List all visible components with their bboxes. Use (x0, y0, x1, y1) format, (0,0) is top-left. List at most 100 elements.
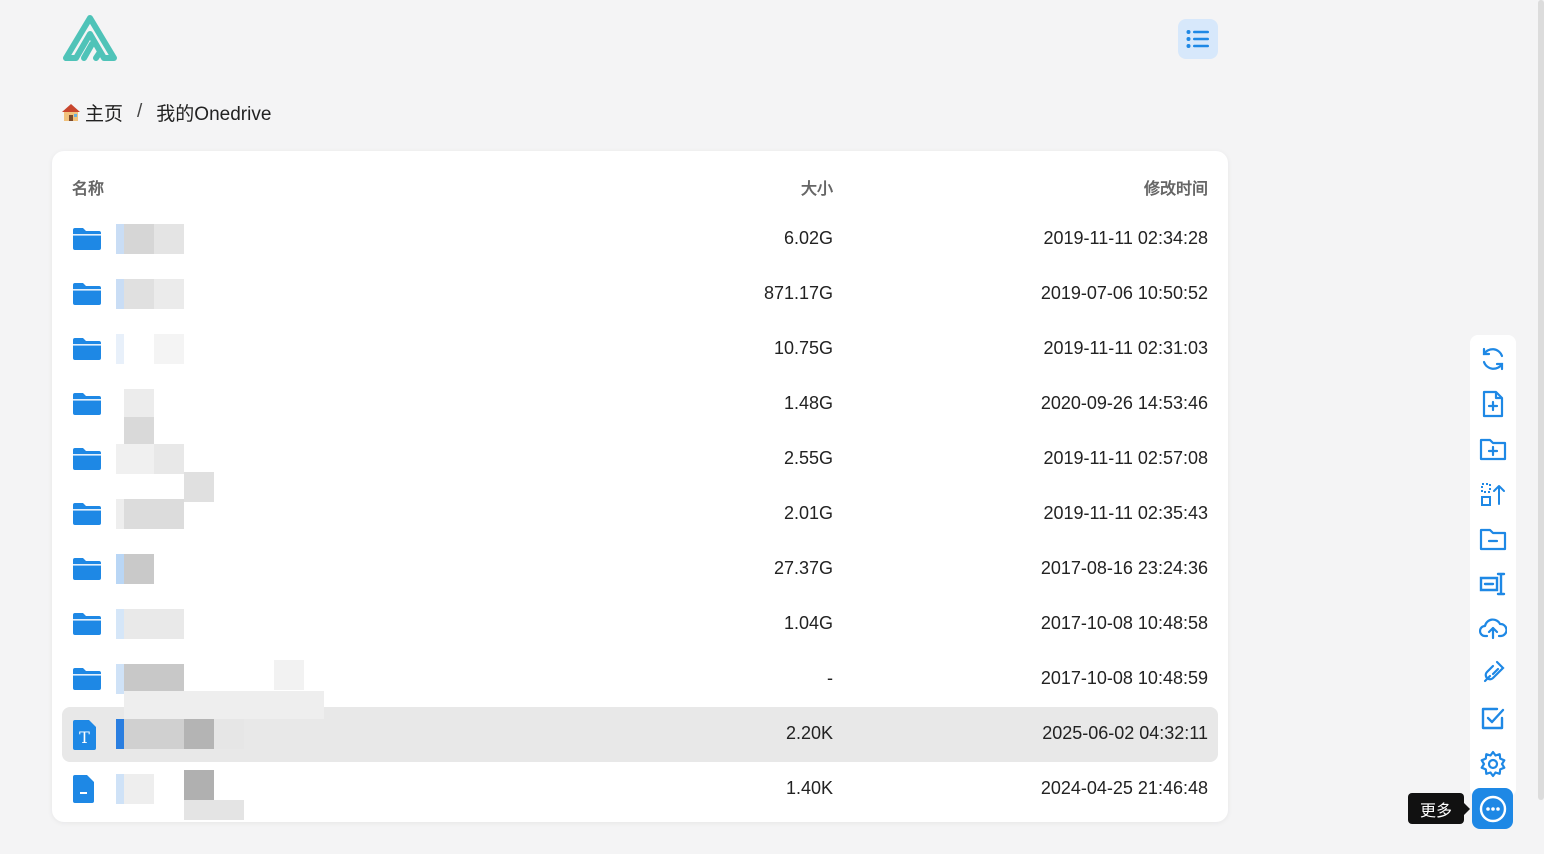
folder-row[interactable]: 2.55G 2019-11-11 02:57:08 (62, 432, 1218, 502)
name-mosaic-block (184, 800, 244, 820)
multi-select-button[interactable] (1478, 704, 1508, 734)
redacted-file-name[interactable] (116, 332, 326, 366)
file-modified-time: 2020-09-26 14:53:46 (1040, 393, 1208, 413)
name-mosaic-block (124, 499, 184, 529)
redacted-file-name[interactable] (116, 607, 326, 641)
breadcrumb-home-link[interactable]: 主页 (60, 99, 123, 126)
name-mosaic-block (124, 554, 154, 584)
batch-rename-icon (1481, 483, 1505, 506)
magnet-link-icon (1483, 660, 1505, 683)
redacted-file-name[interactable] (116, 442, 326, 502)
name-mosaic-block (214, 719, 244, 749)
upload-button[interactable] (1478, 614, 1508, 644)
folder-row[interactable]: 1.48G 2020-09-26 14:53:46 (62, 377, 1218, 447)
column-header-name[interactable]: 名称 (72, 175, 104, 199)
svg-text:T: T (79, 728, 90, 747)
name-mosaic-block (116, 774, 124, 804)
file-modified-time: 2017-08-16 23:24:36 (1040, 558, 1208, 578)
cloud-upload-icon (1479, 618, 1507, 640)
file-size: 1.40K (785, 778, 833, 798)
name-mosaic-block (116, 664, 124, 694)
redacted-file-name[interactable] (116, 222, 326, 256)
name-mosaic-block (116, 554, 124, 584)
list-icon (1186, 30, 1209, 48)
offline-download-button[interactable] (1478, 657, 1508, 687)
table-header: 名称 大小 修改时间 (52, 151, 1228, 215)
redacted-file-name[interactable] (116, 497, 326, 531)
app-logo[interactable] (62, 14, 118, 64)
folder-row[interactable]: 871.17G 2019-07-06 10:50:52 (62, 267, 1218, 322)
column-header-size[interactable]: 大小 (801, 175, 833, 199)
name-mosaic-block (124, 224, 154, 254)
folder-icon (72, 611, 102, 641)
text-file-icon: T (72, 719, 102, 750)
breadcrumb-current[interactable]: 我的Onedrive (156, 99, 271, 126)
layout-list-toggle-button[interactable] (1178, 19, 1218, 59)
refresh-icon (1482, 347, 1504, 371)
file-modified-time: 2024-04-25 21:46:48 (1040, 778, 1208, 798)
name-mosaic-block (124, 774, 154, 804)
more-button[interactable] (1472, 788, 1513, 829)
file-modified-time: 2025-06-02 04:32:11 (1042, 723, 1208, 743)
folder-icon (72, 226, 102, 256)
folder-icon (72, 336, 102, 366)
name-mosaic-block (124, 279, 154, 309)
name-mosaic-block (124, 691, 324, 719)
name-mosaic-block (116, 499, 124, 529)
name-mosaic-block (124, 609, 184, 639)
action-toolbar (1470, 335, 1516, 797)
file-size: 871.17G (763, 283, 833, 303)
batch-rename-button[interactable] (1478, 479, 1508, 509)
name-mosaic-block (116, 444, 154, 474)
folder-icon (72, 391, 102, 421)
name-mosaic-block (116, 279, 124, 309)
file-size: 6.02G (783, 228, 833, 248)
redacted-file-name[interactable] (116, 691, 326, 751)
folder-icon (72, 281, 102, 311)
name-mosaic-block (274, 660, 304, 690)
folder-row[interactable]: 2.01G 2019-11-11 02:35:43 (62, 487, 1218, 542)
file-modified-time: 2019-11-11 02:31:03 (1043, 338, 1208, 358)
new-file-button[interactable] (1478, 389, 1508, 419)
breadcrumb-home-label: 主页 (85, 103, 124, 125)
refresh-button[interactable] (1478, 344, 1508, 374)
scrollbar-track (1536, 0, 1544, 854)
column-header-modified[interactable]: 修改时间 (1144, 175, 1208, 199)
file-modified-time: 2019-11-11 02:34:28 (1043, 228, 1208, 248)
folder-row[interactable]: 1.04G 2017-10-08 10:48:58 (62, 597, 1218, 652)
name-mosaic-block (154, 444, 184, 474)
file-size: 2.55G (783, 448, 833, 468)
redacted-file-name[interactable] (116, 770, 326, 820)
file-row[interactable]: 1.40K 2024-04-25 21:46:48 (62, 762, 1218, 820)
redacted-file-name[interactable] (116, 387, 326, 447)
breadcrumb-separator: / (137, 101, 143, 122)
redacted-file-name[interactable] (116, 552, 326, 586)
folder-row[interactable]: 27.37G 2017-08-16 23:24:36 (62, 542, 1218, 597)
new-folder-button[interactable] (1478, 434, 1508, 464)
redacted-file-name[interactable] (116, 277, 326, 311)
file-modified-time: 2017-10-08 10:48:58 (1040, 613, 1208, 633)
house-icon (62, 104, 80, 121)
file-icon (72, 774, 102, 804)
folder-row[interactable]: 10.75G 2019-11-11 02:31:03 (62, 322, 1218, 377)
name-mosaic-block (154, 224, 184, 254)
folder-row[interactable]: 6.02G 2019-11-11 02:34:28 (62, 212, 1218, 267)
settings-button[interactable] (1478, 749, 1508, 779)
name-mosaic-block (154, 279, 184, 309)
name-mosaic-block (124, 664, 184, 694)
file-size: 2.01G (783, 503, 833, 523)
name-mosaic-block (116, 334, 124, 364)
remove-folder-button[interactable] (1478, 524, 1508, 554)
breadcrumb: 主页 / 我的Onedrive (60, 99, 271, 126)
file-size: - (827, 668, 833, 688)
rename-button[interactable] (1478, 569, 1508, 599)
page: 主页 / 我的Onedrive 名称 大小 修改时间 6.02G 2019-11-… (0, 0, 1544, 854)
file-modified-time: 2019-11-11 02:57:08 (1043, 448, 1208, 468)
scrollbar-thumb[interactable] (1538, 0, 1544, 800)
file-row[interactable]: T 2.20K 2025-06-02 04:32:11 (62, 691, 1218, 762)
new-folder-icon (1479, 438, 1507, 461)
name-mosaic-block (124, 389, 154, 419)
file-rows: 6.02G 2019-11-11 02:34:28 871.17G 2019-07-0… (62, 212, 1218, 820)
file-modified-time: 2019-07-06 10:50:52 (1040, 283, 1208, 303)
file-size: 2.20K (785, 723, 833, 743)
